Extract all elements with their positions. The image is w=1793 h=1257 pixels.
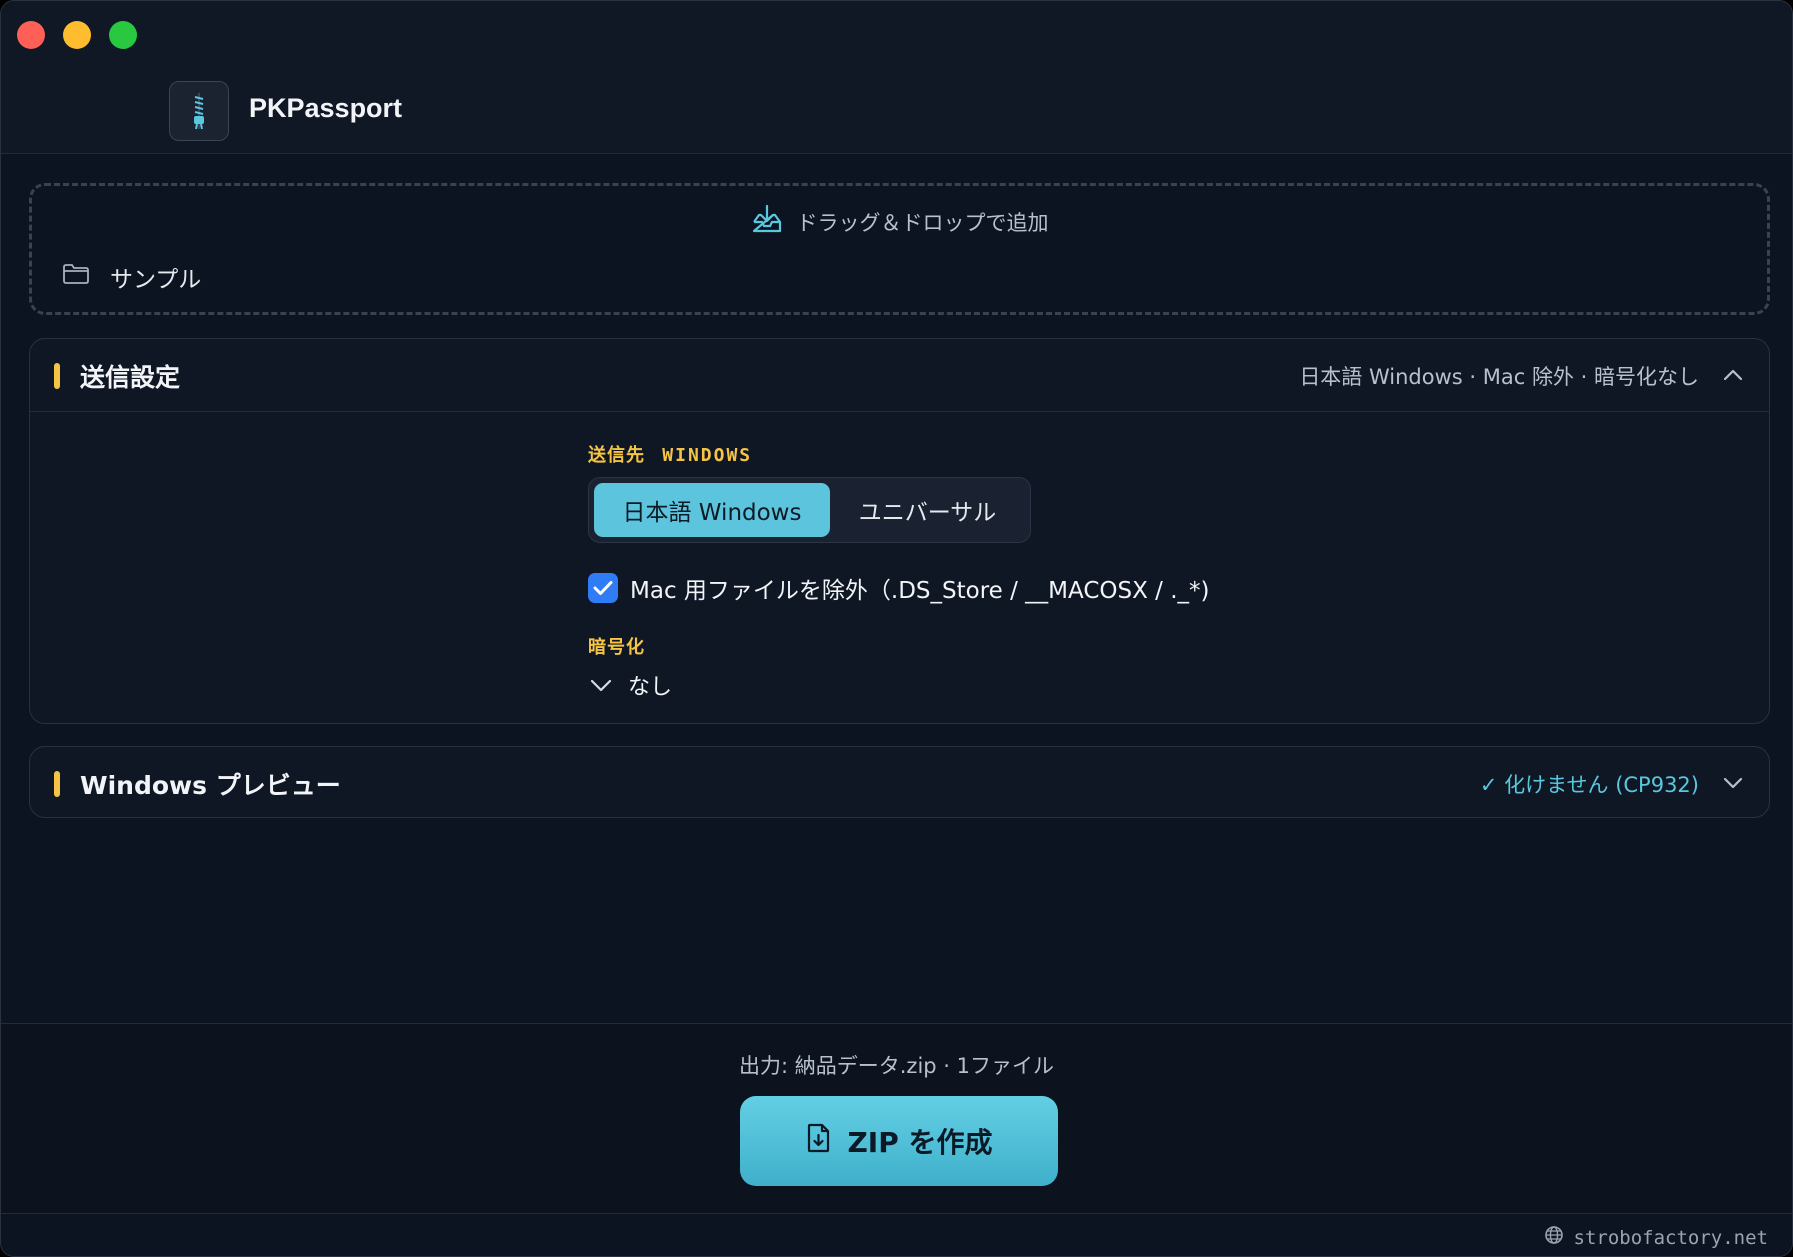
windows-preview-header[interactable]: Windows プレビュー ✓ 化けません (CP932): [30, 747, 1769, 819]
title-bar: PKPassport: [1, 1, 1792, 154]
app-logo-icon: [169, 81, 229, 141]
checkmark-icon: [593, 581, 613, 595]
segment-universal[interactable]: ユニバーサル: [830, 483, 1025, 537]
close-window-button[interactable]: [17, 21, 45, 49]
exclude-mac-files-checkbox[interactable]: [588, 573, 618, 603]
minimize-window-button[interactable]: [63, 21, 91, 49]
preview-status: ✓ 化けません (CP932): [1479, 773, 1699, 797]
send-settings-summary: 日本語 Windows · Mac 除外 · 暗号化なし: [1299, 365, 1699, 389]
maximize-window-button[interactable]: [109, 21, 137, 49]
website-link[interactable]: strobofactory.net: [1544, 1225, 1768, 1250]
app-window: PKPassport ドラッグ＆ドロップで追加 サンプル 送信設定 日本語 Wi…: [0, 0, 1793, 1257]
chevron-down-icon: [590, 673, 612, 698]
exclude-mac-files-label: Mac 用ファイルを除外（.DS_Store / __MACOSX / ._*): [630, 578, 1210, 604]
file-download-icon: [806, 1123, 832, 1160]
drop-hint-label: ドラッグ＆ドロップで追加: [796, 210, 1049, 235]
action-bar: 出力: 納品データ.zip · 1ファイル ZIP を作成: [1, 1023, 1792, 1213]
create-zip-label: ZIP を作成: [847, 1126, 993, 1159]
drop-hint: ドラッグ＆ドロップで追加: [32, 204, 1767, 239]
folder-icon: [62, 263, 90, 291]
chevron-up-icon[interactable]: [1723, 367, 1743, 386]
footer: strobofactory.net: [1, 1213, 1792, 1256]
encryption-select[interactable]: なし: [590, 669, 672, 701]
create-zip-button[interactable]: ZIP を作成: [740, 1096, 1058, 1186]
chevron-down-icon[interactable]: [1723, 775, 1743, 794]
file-item[interactable]: サンプル: [62, 260, 201, 294]
send-settings-panel: 送信設定 日本語 Windows · Mac 除外 · 暗号化なし 送信先 WI…: [29, 338, 1770, 724]
section-accent-bar: [54, 363, 60, 389]
destination-label-text: 送信先: [588, 445, 645, 466]
panel-divider: [30, 411, 1769, 412]
globe-icon: [1544, 1225, 1564, 1250]
exclude-mac-files-row[interactable]: Mac 用ファイルを除外（.DS_Store / __MACOSX / ._*): [588, 571, 1210, 605]
app-title: PKPassport: [249, 93, 403, 123]
website-label: strobofactory.net: [1573, 1226, 1768, 1249]
file-name: サンプル: [110, 267, 202, 293]
section-accent-bar: [54, 771, 60, 797]
inbox-download-icon: [751, 204, 783, 239]
output-info: 出力: 納品データ.zip · 1ファイル: [739, 1054, 1054, 1078]
send-settings-header[interactable]: 送信設定 日本語 Windows · Mac 除外 · 暗号化なし: [30, 339, 1769, 411]
destination-segmented-control: 日本語 Windows ユニバーサル: [588, 477, 1031, 543]
encryption-value: なし: [628, 675, 673, 700]
destination-value: WINDOWS: [662, 445, 753, 466]
windows-preview-panel: Windows プレビュー ✓ 化けません (CP932): [29, 746, 1770, 818]
windows-preview-title: Windows プレビュー: [80, 771, 341, 800]
drop-zone[interactable]: ドラッグ＆ドロップで追加 サンプル: [29, 183, 1770, 315]
encryption-label: 暗号化: [588, 637, 645, 658]
send-settings-title: 送信設定: [80, 363, 181, 392]
destination-label: 送信先 WINDOWS: [588, 441, 752, 467]
segment-japanese-windows[interactable]: 日本語 Windows: [594, 483, 830, 537]
